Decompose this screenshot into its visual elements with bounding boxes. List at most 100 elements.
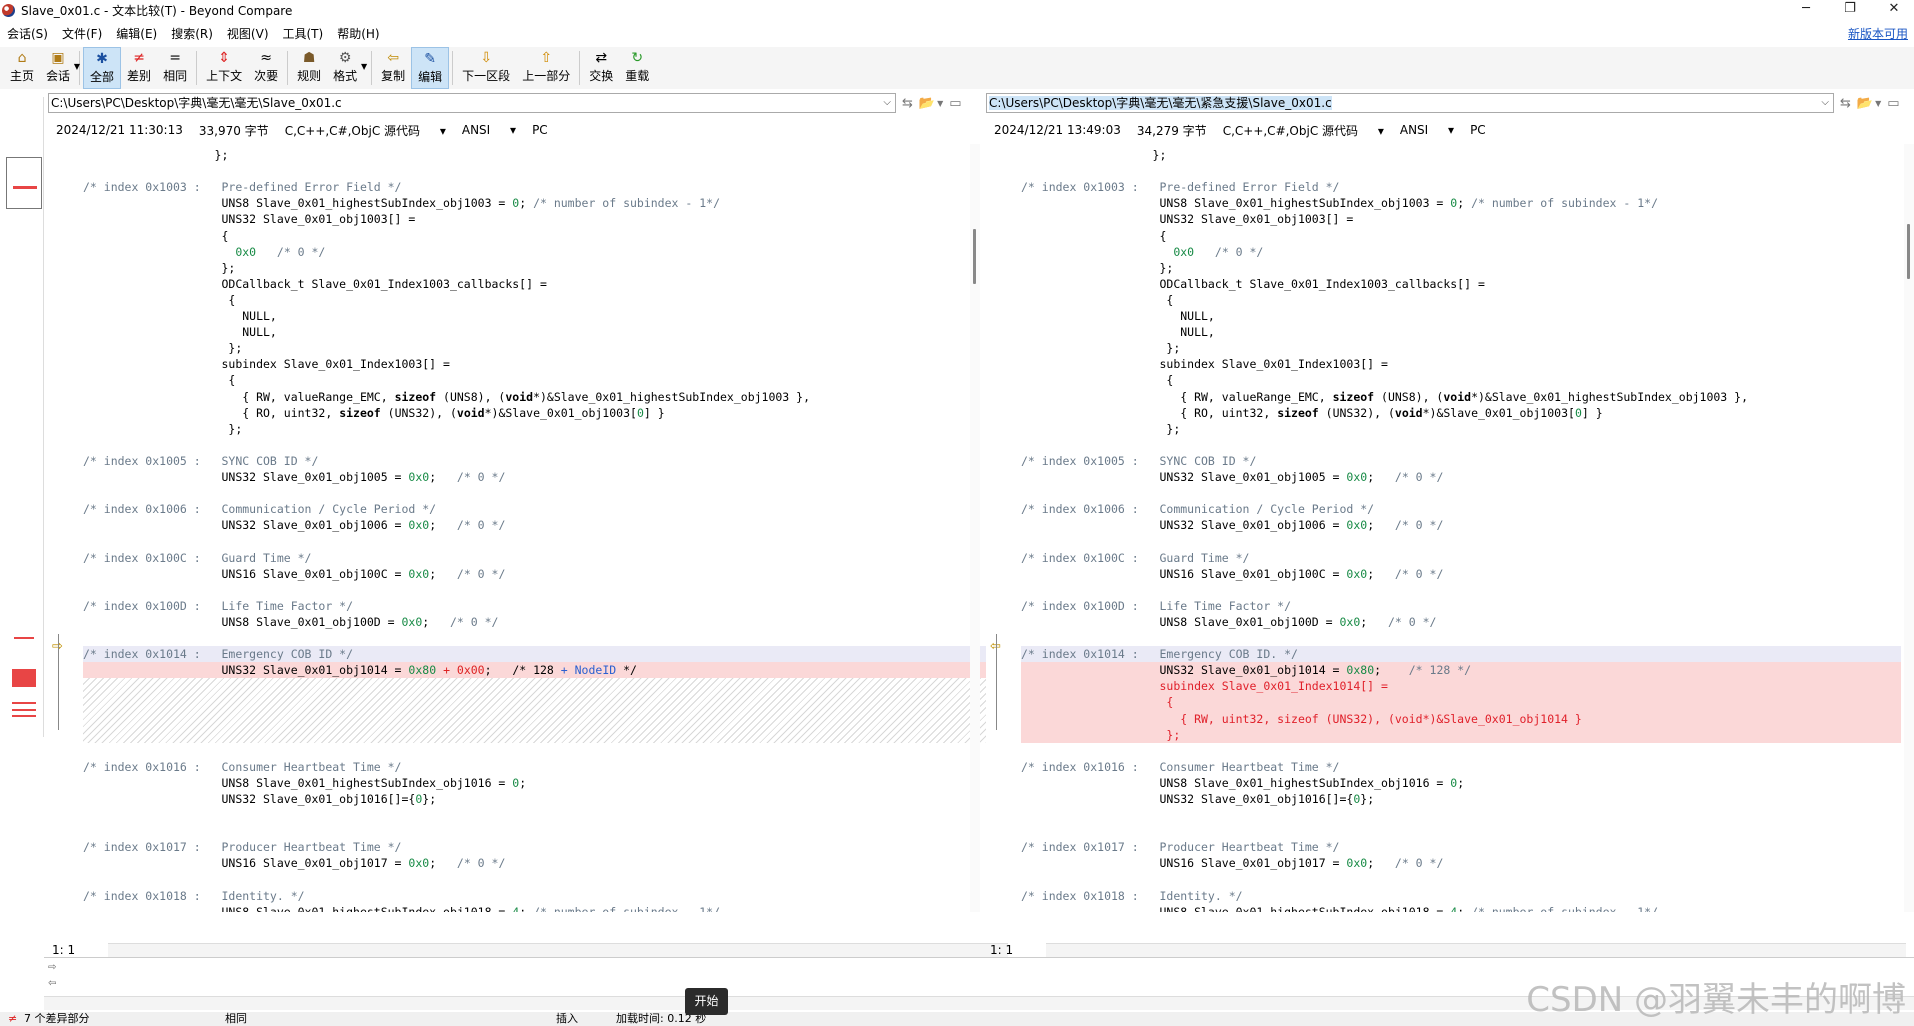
right-horizontal-scrollbar[interactable]	[1046, 943, 1906, 957]
code-line[interactable]: UNS8 Slave_0x01_highestSubIndex_obj1003 …	[83, 195, 1013, 211]
code-line[interactable]	[83, 582, 1013, 598]
code-line[interactable]: { RW, valueRange_EMC, sizeof (UNS8), (vo…	[1021, 389, 1901, 405]
menu-help[interactable]: 帮助(H)	[330, 25, 386, 42]
code-line[interactable]: };	[83, 340, 1013, 356]
right-code-view[interactable]: }; /* index 0x1003 : Pre-defined Error Fi…	[1021, 144, 1901, 912]
code-line[interactable]: };	[1021, 147, 1901, 163]
code-line[interactable]: UNS32 Slave_0x01_obj1003[] =	[1021, 211, 1901, 227]
code-line[interactable]: {	[1021, 372, 1901, 388]
diff-line[interactable]: {	[1021, 694, 1901, 710]
code-line[interactable]: UNS32 Slave_0x01_obj1003[] =	[83, 211, 1013, 227]
code-line[interactable]: subindex Slave_0x01_Index1003[] =	[83, 356, 1013, 372]
prev-section-button[interactable]: ⇧ 上一部分	[516, 47, 576, 89]
code-line[interactable]	[83, 872, 1013, 888]
code-line[interactable]: UNS8 Slave_0x01_highestSubIndex_obj1018 …	[83, 904, 1013, 912]
edit-button[interactable]: ✎ 编辑	[411, 47, 450, 89]
chevron-down-icon[interactable]: ▼	[937, 99, 943, 108]
code-line[interactable]	[1021, 163, 1901, 179]
code-line[interactable]: {	[83, 292, 1013, 308]
code-line[interactable]: /* index 0x1005 : SYNC COB ID */	[83, 453, 1013, 469]
code-line[interactable]: ODCallback_t Slave_0x01_Index1003_callba…	[83, 276, 1013, 292]
code-line[interactable]	[1021, 872, 1901, 888]
code-line[interactable]	[1021, 630, 1901, 646]
menu-session[interactable]: 会话(S)	[0, 25, 55, 42]
history-icon[interactable]: ⇆	[902, 96, 913, 111]
show-all-button[interactable]: ✱ 全部	[83, 47, 122, 89]
menu-search[interactable]: 搜索(R)	[164, 25, 220, 42]
code-line[interactable]: NULL,	[83, 324, 1013, 340]
minimize-button[interactable]: ─	[1786, 0, 1826, 20]
code-line[interactable]: UNS32 Slave_0x01_obj1016[]={0};	[1021, 791, 1901, 807]
reload-button[interactable]: ↻ 重载	[619, 47, 655, 89]
code-line[interactable]	[1021, 485, 1901, 501]
menu-file[interactable]: 文件(F)	[55, 25, 109, 42]
format-button[interactable]: ⚙ 格式 ▼	[327, 47, 367, 89]
code-line[interactable]: };	[1021, 340, 1901, 356]
code-line[interactable]: NULL,	[1021, 324, 1901, 340]
rules-button[interactable]: ☗ 规则	[291, 47, 327, 89]
code-line[interactable]: /* index 0x1003 : Pre-defined Error Fiel…	[1021, 179, 1901, 195]
code-line[interactable]: 0x0 /* 0 */	[1021, 244, 1901, 260]
code-line[interactable]: UNS16 Slave_0x01_obj100C = 0x0; /* 0 */	[1021, 566, 1901, 582]
code-line[interactable]	[83, 437, 1013, 453]
code-line[interactable]: { RW, valueRange_EMC, sizeof (UNS8), (vo…	[83, 389, 1013, 405]
diff-line[interactable]: /* index 0x1014 : Emergency COB ID */	[83, 646, 1013, 662]
left-encoding-select[interactable]: ANSI ▾	[462, 123, 516, 137]
code-line[interactable]: /* index 0x1017 : Producer Heartbeat Tim…	[1021, 839, 1901, 855]
right-path-input[interactable]: C:\Users\PC\Desktop\字典\毫无\毫无\紧急支援\Slave_…	[986, 93, 1834, 113]
history-icon[interactable]: ⇆	[1840, 96, 1851, 111]
code-line[interactable]: };	[1021, 260, 1901, 276]
copy-button[interactable]: ⇦ 复制	[375, 47, 411, 89]
code-line[interactable]: UNS32 Slave_0x01_obj1006 = 0x0; /* 0 */	[83, 517, 1013, 533]
chevron-down-icon[interactable]: ▼	[74, 62, 80, 71]
left-code-view[interactable]: }; /* index 0x1003 : Pre-defined Error Fi…	[83, 144, 1013, 912]
code-line[interactable]: /* index 0x1016 : Consumer Heartbeat Tim…	[83, 759, 1013, 775]
maximize-button[interactable]: ❐	[1830, 0, 1870, 20]
code-line[interactable]	[1021, 437, 1901, 453]
code-line[interactable]: /* index 0x100C : Guard Time */	[1021, 550, 1901, 566]
code-line[interactable]	[83, 743, 1013, 759]
code-line[interactable]	[1021, 582, 1901, 598]
left-scroll-thumb[interactable]	[973, 229, 976, 284]
code-line[interactable]	[83, 163, 1013, 179]
left-lineend[interactable]: PC	[532, 123, 548, 137]
code-line[interactable]: /* index 0x1018 : Identity. */	[83, 888, 1013, 904]
code-line[interactable]: UNS32 Slave_0x01_obj1016[]={0};	[83, 791, 1013, 807]
open-folder-icon[interactable]: 📂	[919, 96, 935, 111]
code-line[interactable]: UNS8 Slave_0x01_highestSubIndex_obj1018 …	[1021, 904, 1901, 912]
menu-edit[interactable]: 编辑(E)	[109, 25, 164, 42]
left-vertical-scrollbar[interactable]	[970, 144, 980, 912]
chevron-down-icon[interactable]: ▼	[1875, 99, 1881, 108]
left-horizontal-scrollbar[interactable]	[108, 943, 1008, 957]
right-scroll-thumb[interactable]	[1907, 224, 1910, 279]
code-line[interactable]: /* index 0x100C : Guard Time */	[83, 550, 1013, 566]
code-line[interactable]: UNS16 Slave_0x01_obj1017 = 0x0; /* 0 */	[1021, 855, 1901, 871]
code-line[interactable]: {	[83, 228, 1013, 244]
new-version-link[interactable]: 新版本可用	[1848, 25, 1908, 42]
left-path-input[interactable]: C:\Users\PC\Desktop\字典\毫无\毫无\Slave_0x01.…	[48, 93, 896, 113]
show-diffs-button[interactable]: ≠ 差别	[121, 47, 157, 89]
code-line[interactable]: /* index 0x1005 : SYNC COB ID */	[1021, 453, 1901, 469]
code-line[interactable]	[1021, 743, 1901, 759]
diff-line[interactable]: };	[1021, 727, 1901, 743]
code-line[interactable]: /* index 0x1003 : Pre-defined Error Fiel…	[83, 179, 1013, 195]
code-line[interactable]: };	[1021, 421, 1901, 437]
right-lineend[interactable]: PC	[1470, 123, 1486, 137]
open-folder-icon[interactable]: 📂	[1857, 96, 1873, 111]
right-vertical-scrollbar[interactable]	[1904, 144, 1914, 912]
save-icon[interactable]: ▭	[1887, 96, 1899, 111]
left-format-select[interactable]: C,C++,C#,ObjC 源代码 ▾	[285, 122, 446, 139]
diff-line[interactable]: UNS32 Slave_0x01_obj1014 = 0x80 + 0x00; …	[83, 662, 1013, 678]
code-line[interactable]	[83, 630, 1013, 646]
code-line[interactable]: };	[83, 147, 1013, 163]
session-button[interactable]: ▣ 会话 ▼	[40, 47, 80, 89]
code-line[interactable]: UNS8 Slave_0x01_obj100D = 0x0; /* 0 */	[1021, 614, 1901, 630]
code-line[interactable]: subindex Slave_0x01_Index1003[] =	[1021, 356, 1901, 372]
code-line[interactable]: ODCallback_t Slave_0x01_Index1003_callba…	[1021, 276, 1901, 292]
code-line[interactable]: { RO, uint32, sizeof (UNS32), (void*)&Sl…	[83, 405, 1013, 421]
overview-viewport[interactable]	[6, 157, 42, 209]
menu-view[interactable]: 视图(V)	[220, 25, 276, 42]
code-line[interactable]: };	[83, 421, 1013, 437]
code-line[interactable]: UNS16 Slave_0x01_obj1017 = 0x0; /* 0 */	[83, 855, 1013, 871]
code-line[interactable]: UNS32 Slave_0x01_obj1006 = 0x0; /* 0 */	[1021, 517, 1901, 533]
